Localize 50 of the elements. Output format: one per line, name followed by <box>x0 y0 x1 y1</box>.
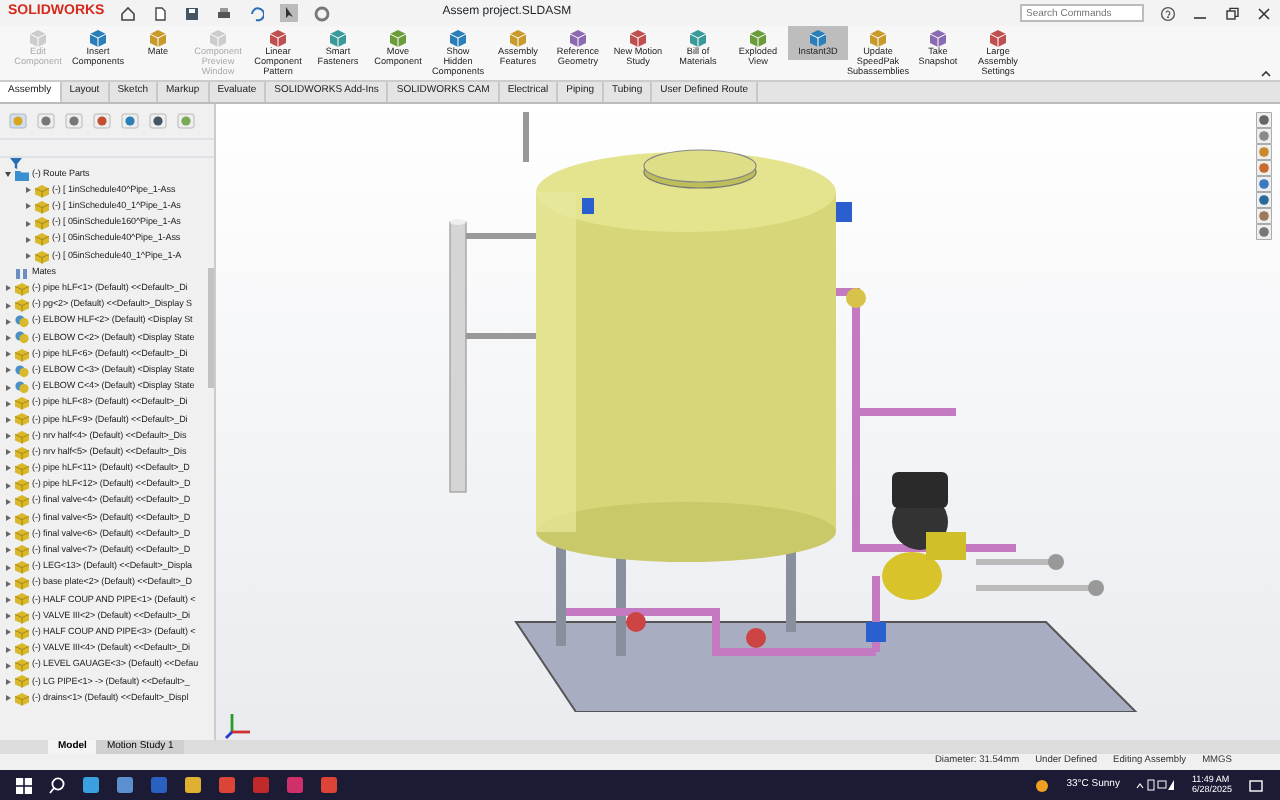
task-pane-icon[interactable] <box>1256 160 1272 176</box>
panel-tab-icon[interactable] <box>120 112 140 130</box>
tool-icon[interactable] <box>988 28 1008 48</box>
task-pane-icon[interactable] <box>1256 224 1272 240</box>
tool-icon[interactable] <box>568 28 588 48</box>
panel-tab-icon[interactable] <box>148 112 168 130</box>
tool-icon[interactable] <box>748 28 768 48</box>
panel-tab-icon[interactable] <box>64 112 84 130</box>
tool-icon[interactable] <box>928 28 948 48</box>
save-icon[interactable] <box>184 5 201 21</box>
caret-icon[interactable] <box>4 317 12 326</box>
new-document-icon[interactable] <box>152 5 169 21</box>
tool-icon[interactable] <box>808 28 828 48</box>
restore-icon[interactable] <box>1224 5 1240 21</box>
task-pane-icon[interactable] <box>1256 128 1272 144</box>
search-icon[interactable] <box>48 776 66 794</box>
tool-icon[interactable] <box>388 28 408 48</box>
filter-icon[interactable] <box>8 156 24 171</box>
caret-icon[interactable] <box>4 333 12 342</box>
task-pane-icon[interactable] <box>1256 176 1272 192</box>
help-icon[interactable] <box>1160 5 1176 21</box>
caret-icon[interactable] <box>4 366 12 375</box>
notification-icon[interactable] <box>1248 777 1264 793</box>
tool-icon[interactable] <box>448 28 468 48</box>
start-icon[interactable] <box>16 777 32 793</box>
select-arrow-icon[interactable] <box>280 4 299 22</box>
caret-icon[interactable] <box>4 383 12 392</box>
tool-icon[interactable] <box>268 28 288 48</box>
sun-icon <box>1034 777 1051 793</box>
tray-icons[interactable] <box>1135 778 1176 792</box>
tool-icon[interactable] <box>628 28 648 48</box>
task-pane-icon[interactable] <box>1256 112 1272 128</box>
folder-icon <box>14 167 30 182</box>
collapse-caret-icon[interactable] <box>1260 68 1272 80</box>
axis-triad-icon <box>224 708 256 740</box>
tool-icon[interactable] <box>328 28 348 48</box>
panel-tab-icon[interactable] <box>92 112 112 130</box>
clip-icon <box>14 265 30 280</box>
panel-tab-icon[interactable] <box>36 112 56 130</box>
cube-icon <box>14 347 30 362</box>
tool-icon[interactable] <box>688 28 708 48</box>
undo-icon[interactable] <box>248 5 265 21</box>
task-pane-icon[interactable] <box>1256 208 1272 224</box>
home-icon[interactable] <box>120 5 137 21</box>
close-icon[interactable] <box>1256 5 1272 21</box>
gear-icon[interactable] <box>314 5 331 21</box>
task-pane-icon[interactable] <box>1256 144 1272 160</box>
task-pane-icon[interactable] <box>1256 192 1272 208</box>
print-icon[interactable] <box>216 5 233 21</box>
tool-icon[interactable] <box>88 28 108 48</box>
